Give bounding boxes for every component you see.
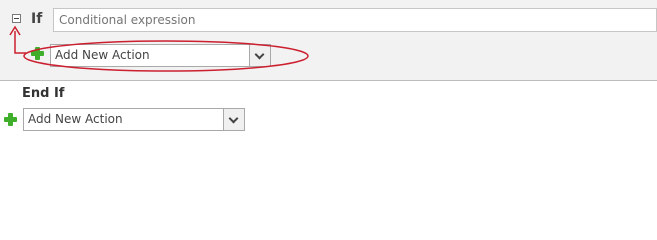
add-action-plus-icon[interactable] [31, 47, 44, 60]
if-add-action-select[interactable]: Add New Action [50, 44, 271, 67]
chevron-down-icon[interactable] [249, 45, 270, 66]
if-block: If Add New Action [0, 0, 657, 81]
end-add-action-selected: Add New Action [28, 112, 123, 126]
chevron-down-icon[interactable] [223, 109, 244, 130]
end-if-keyword: End If [22, 86, 65, 101]
if-keyword: If [31, 11, 43, 27]
end-add-action-select[interactable]: Add New Action [23, 108, 245, 131]
collapse-minus-icon[interactable] [12, 14, 21, 23]
if-add-action-selected: Add New Action [55, 48, 150, 62]
end-add-action-plus-icon[interactable] [4, 113, 17, 126]
condition-input[interactable] [53, 8, 657, 32]
